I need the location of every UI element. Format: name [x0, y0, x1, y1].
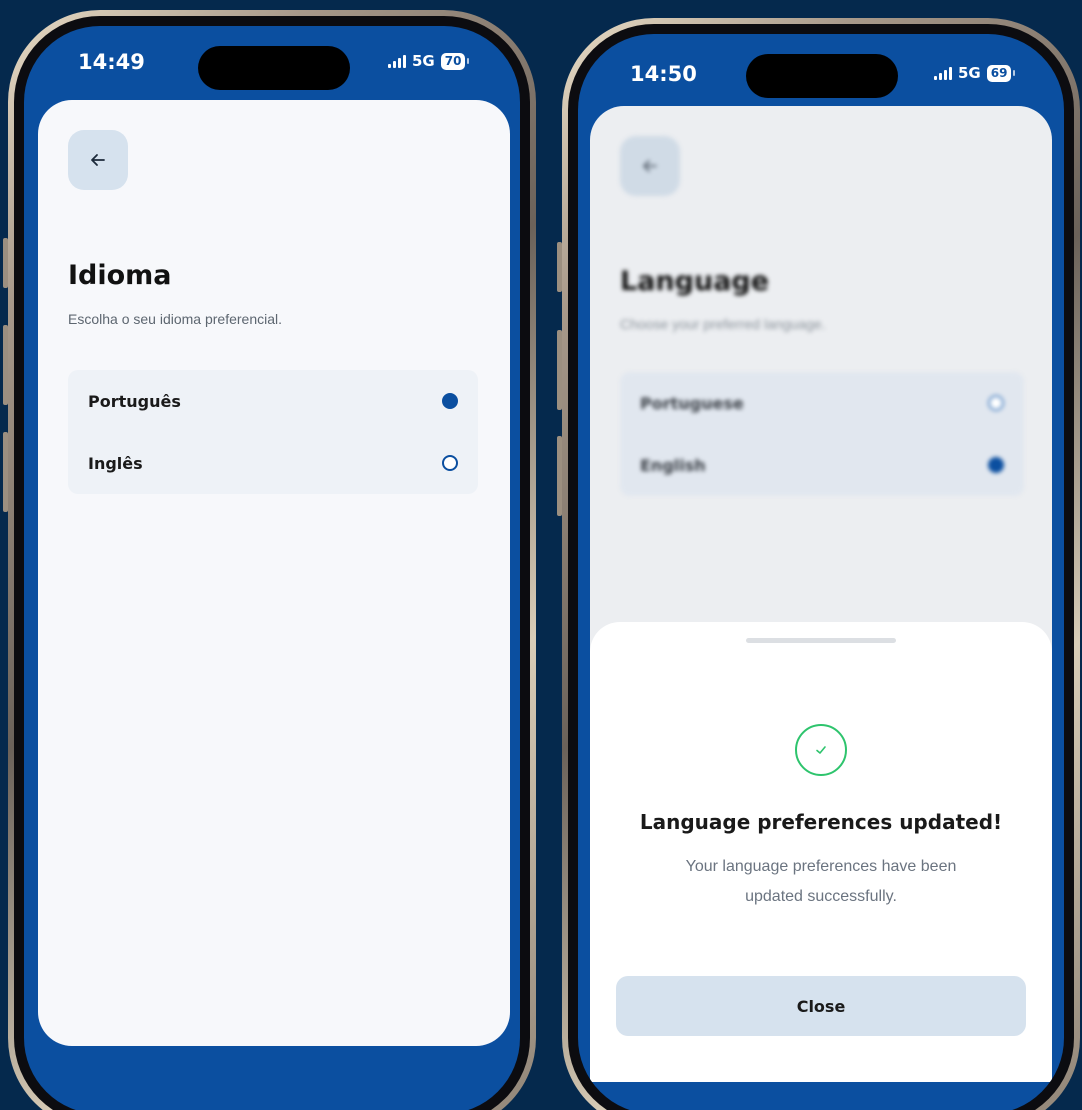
- close-button[interactable]: Close: [616, 976, 1026, 1036]
- status-time: 14:49: [78, 50, 145, 74]
- left-status-bar: 14:49 5G 70: [24, 26, 520, 106]
- radio-unselected[interactable]: [988, 395, 1004, 411]
- option-label: English: [640, 455, 706, 475]
- left-phone-screen: 14:49 5G 70 Idioma Escolha o seu idioma …: [24, 26, 520, 1110]
- checkmark-icon: [816, 746, 826, 754]
- signal-icon: [934, 66, 952, 80]
- left-phone: 14:49 5G 70 Idioma Escolha o seu idioma …: [8, 10, 536, 1110]
- option-portugues[interactable]: Português: [68, 370, 478, 432]
- mockup-canvas: 14:49 5G 70 Idioma Escolha o seu idioma …: [0, 0, 1082, 1110]
- battery-icon: 69: [986, 64, 1016, 82]
- check-circle-icon: [795, 724, 847, 776]
- sheet-message: Your language preferences have been upda…: [590, 852, 1052, 912]
- right-phone-screen: 14:50 5G 69 Language Choose your preferr…: [578, 34, 1064, 1110]
- status-indicators: 5G 70: [388, 52, 470, 70]
- option-label: Portuguese: [640, 393, 744, 413]
- sheet-message-line: Your language preferences have been: [685, 858, 957, 875]
- page-subtitle: Choose your preferred language.: [620, 316, 826, 332]
- radio-selected[interactable]: [442, 393, 458, 409]
- arrow-left-icon: [643, 160, 657, 172]
- page-title: Language: [620, 266, 770, 297]
- dynamic-island: [746, 54, 898, 98]
- status-time: 14:50: [630, 62, 697, 86]
- radio-selected[interactable]: [988, 457, 1004, 473]
- option-ingles[interactable]: Inglês: [68, 432, 478, 494]
- right-status-bar: 14:50 5G 69: [578, 34, 1064, 114]
- page-subtitle: Escolha o seu idioma preferencial.: [68, 311, 283, 327]
- language-options: Portuguese English: [620, 372, 1024, 496]
- network-label: 5G: [958, 64, 981, 82]
- sheet-title: Language preferences updated!: [639, 810, 1003, 834]
- page-title: Idioma: [68, 260, 172, 291]
- dynamic-island: [198, 46, 350, 90]
- language-card: Idioma Escolha o seu idioma preferencial…: [38, 100, 510, 1046]
- back-button[interactable]: [68, 130, 128, 190]
- option-label: Português: [88, 391, 181, 411]
- back-button[interactable]: [620, 136, 680, 196]
- arrow-left-icon: [91, 154, 105, 166]
- sheet-grabber[interactable]: [746, 638, 896, 643]
- option-label: Inglês: [88, 453, 143, 473]
- option-english[interactable]: English: [620, 434, 1024, 496]
- option-portuguese[interactable]: Portuguese: [620, 372, 1024, 434]
- signal-icon: [388, 54, 406, 68]
- right-phone: 14:50 5G 69 Language Choose your preferr…: [562, 18, 1080, 1110]
- sheet-message-line: updated successfully.: [745, 888, 897, 905]
- success-bottom-sheet: Language preferences updated! Your langu…: [590, 622, 1052, 1082]
- battery-icon: 70: [440, 52, 470, 70]
- status-indicators: 5G 69: [934, 64, 1016, 82]
- radio-unselected[interactable]: [442, 455, 458, 471]
- network-label: 5G: [412, 52, 435, 70]
- language-options: Português Inglês: [68, 370, 478, 494]
